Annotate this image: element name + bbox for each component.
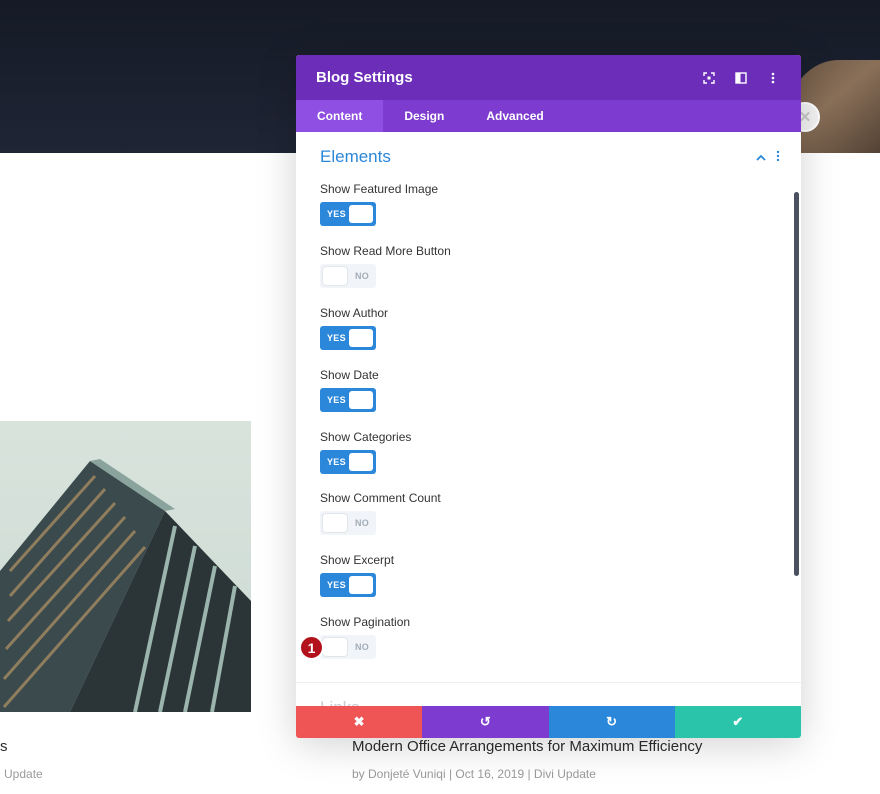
toggle-state: NO: [355, 518, 370, 528]
step-badge: 1: [299, 635, 324, 660]
more-vertical-icon[interactable]: [765, 70, 781, 86]
tab-content[interactable]: Content: [296, 100, 384, 132]
toggle-knob: [349, 391, 373, 409]
tab-advanced[interactable]: Advanced: [465, 100, 564, 132]
toggle-knob: [323, 267, 347, 285]
section-title-links[interactable]: Links: [320, 698, 360, 706]
toggle-state: NO: [355, 271, 370, 281]
section-controls: [756, 150, 780, 165]
section-divider: [296, 682, 801, 683]
post-title-right[interactable]: Modern Office Arrangements for Maximum E…: [352, 738, 702, 755]
modal-header[interactable]: Blog Settings: [296, 55, 801, 100]
scrollbar[interactable]: [794, 192, 799, 576]
toggle-show-excerpt[interactable]: YES: [320, 573, 376, 597]
option-label: Show Date: [320, 368, 379, 382]
modal-body: Elements Show Featured Image YES Show Re…: [296, 132, 801, 706]
toggle-state: YES: [327, 209, 346, 219]
page: ✕ s Update Modern Office Arrangements fo…: [0, 0, 880, 794]
toggle-state: YES: [327, 333, 346, 343]
toggle-knob: [349, 329, 373, 347]
toggle-show-pagination[interactable]: NO: [320, 635, 376, 659]
toggle-state: YES: [327, 580, 346, 590]
chevron-up-icon[interactable]: [756, 150, 766, 164]
save-button[interactable]: ✔: [674, 706, 801, 738]
toggle-show-author[interactable]: YES: [320, 326, 376, 350]
post-image-building: [0, 421, 251, 712]
split-view-icon[interactable]: [733, 70, 749, 86]
toggle-knob: [349, 453, 373, 471]
toggle-knob: [349, 576, 373, 594]
tab-design[interactable]: Design: [383, 100, 465, 132]
option-label: Show Read More Button: [320, 244, 451, 258]
toggle-knob: [323, 638, 347, 656]
blog-settings-modal: Blog Settings Content Design Advanced El…: [296, 55, 801, 738]
toggle-knob: [323, 514, 347, 532]
post-meta-right: by Donjeté Vuniqi | Oct 16, 2019 | Divi …: [352, 767, 596, 781]
toggle-show-featured-image[interactable]: YES: [320, 202, 376, 226]
option-label: Show Categories: [320, 430, 412, 444]
more-vertical-icon[interactable]: [776, 150, 780, 165]
toggle-show-read-more-button[interactable]: NO: [320, 264, 376, 288]
option-label: Show Excerpt: [320, 553, 395, 567]
option-label: Show Comment Count: [320, 491, 441, 505]
redo-button[interactable]: ↻: [548, 706, 675, 738]
toggle-state: YES: [327, 457, 346, 467]
option-label: Show Featured Image: [320, 182, 439, 196]
toggle-state: NO: [355, 642, 370, 652]
section-title: Elements: [320, 147, 391, 166]
option-label: Show Pagination: [320, 615, 411, 629]
toggle-show-categories[interactable]: YES: [320, 450, 376, 474]
section-header-elements[interactable]: Elements: [320, 146, 780, 168]
undo-button[interactable]: ↺: [422, 706, 549, 738]
post-meta-left: Update: [4, 767, 43, 781]
toggle-show-comment-count[interactable]: NO: [320, 511, 376, 535]
modal-header-icons: [701, 70, 781, 86]
cancel-button[interactable]: ✖: [296, 706, 423, 738]
toggle-show-date[interactable]: YES: [320, 388, 376, 412]
focus-icon[interactable]: [701, 70, 717, 86]
toggle-knob: [349, 205, 373, 223]
modal-title: Blog Settings: [316, 69, 413, 86]
building-illustration: [0, 459, 251, 712]
modal-tabs: Content Design Advanced: [296, 100, 801, 132]
option-label: Show Author: [320, 306, 389, 320]
modal-footer: ✖ ↺ ↻ ✔: [296, 706, 801, 738]
post-title-left[interactable]: s: [0, 738, 8, 755]
toggle-state: YES: [327, 395, 346, 405]
